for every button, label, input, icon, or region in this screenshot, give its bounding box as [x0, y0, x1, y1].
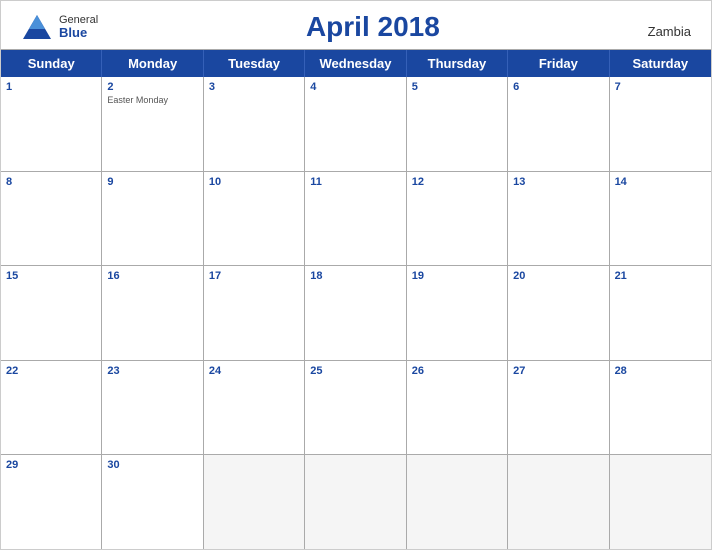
day-cell-2-6: 13 [508, 172, 609, 266]
day-cell-3-7: 21 [610, 266, 711, 360]
day-cell-5-7 [610, 455, 711, 549]
calendar: General Blue April 2018 Zambia Sunday Mo… [0, 0, 712, 550]
week-row-2: 89 10 11 12 13 14 [1, 172, 711, 267]
day-number-23: 23 [107, 364, 197, 378]
week-row-1: 12Easter Monday34567 [1, 77, 711, 172]
day-number-25: 25 [310, 364, 400, 378]
day-number-26: 26 [412, 364, 502, 378]
day-number-7: 7 [615, 80, 706, 94]
day-number-15: 15 [6, 269, 96, 283]
day-number-8: 8 [6, 175, 96, 189]
day-cell-1-3: 3 [204, 77, 305, 171]
day-number-30: 30 [107, 458, 197, 472]
day-cell-1-6: 6 [508, 77, 609, 171]
weeks-container: 12Easter Monday3456789101112131415161718… [1, 77, 711, 549]
day-cell-2-4: 11 [305, 172, 406, 266]
day-cell-4-1: 22 [1, 361, 102, 455]
logo-blue-label: Blue [59, 26, 98, 40]
day-cell-2-7: 14 [610, 172, 711, 266]
country-label: Zambia [648, 24, 691, 43]
day-cell-3-2: 16 [102, 266, 203, 360]
holiday-label-2: Easter Monday [107, 95, 197, 106]
day-number-22: 22 [6, 364, 96, 378]
day-number-21: 21 [615, 269, 706, 283]
header-tuesday: Tuesday [204, 50, 305, 77]
week-row-4: 22 23 24 25 26 27 28 [1, 361, 711, 456]
day-number-17: 17 [209, 269, 299, 283]
calendar-title: April 2018 [306, 11, 440, 43]
day-cell-1-4: 4 [305, 77, 406, 171]
day-cell-4-6: 27 [508, 361, 609, 455]
day-number-19: 19 [412, 269, 502, 283]
day-headers: Sunday Monday Tuesday Wednesday Thursday… [1, 50, 711, 77]
header-thursday: Thursday [407, 50, 508, 77]
day-cell-1-2: 2Easter Monday [102, 77, 203, 171]
day-number-5: 5 [412, 80, 502, 94]
day-cell-5-4 [305, 455, 406, 549]
day-cell-2-2: 9 [102, 172, 203, 266]
day-number-10: 10 [209, 175, 299, 189]
day-cell-3-6: 20 [508, 266, 609, 360]
header-monday: Monday [102, 50, 203, 77]
day-cell-2-3: 10 [204, 172, 305, 266]
day-cell-3-3: 17 [204, 266, 305, 360]
day-cell-4-7: 28 [610, 361, 711, 455]
day-cell-3-5: 19 [407, 266, 508, 360]
week-row-3: 15 16 17 18 19 20 21 [1, 266, 711, 361]
day-number-24: 24 [209, 364, 299, 378]
day-cell-1-5: 5 [407, 77, 508, 171]
day-number-2: 2 [107, 80, 197, 94]
day-cell-4-2: 23 [102, 361, 203, 455]
day-number-11: 11 [310, 175, 400, 189]
logo-area: General Blue [21, 11, 98, 43]
day-number-20: 20 [513, 269, 603, 283]
day-number-9: 9 [107, 175, 197, 189]
day-number-1: 1 [6, 80, 96, 94]
day-number-3: 3 [209, 80, 299, 94]
logo-text: General Blue [59, 14, 98, 40]
day-number-27: 27 [513, 364, 603, 378]
day-cell-3-1: 15 [1, 266, 102, 360]
day-number-13: 13 [513, 175, 603, 189]
calendar-grid: Sunday Monday Tuesday Wednesday Thursday… [1, 49, 711, 549]
week-row-5: 29 30 [1, 455, 711, 549]
logo-icon [21, 11, 53, 43]
day-number-12: 12 [412, 175, 502, 189]
day-cell-5-3 [204, 455, 305, 549]
day-cell-5-5 [407, 455, 508, 549]
header-saturday: Saturday [610, 50, 711, 77]
calendar-header: General Blue April 2018 Zambia [1, 1, 711, 49]
day-cell-5-2: 30 [102, 455, 203, 549]
day-number-28: 28 [615, 364, 706, 378]
day-cell-2-5: 12 [407, 172, 508, 266]
day-number-4: 4 [310, 80, 400, 94]
header-friday: Friday [508, 50, 609, 77]
day-cell-2-1: 8 [1, 172, 102, 266]
day-cell-5-1: 29 [1, 455, 102, 549]
header-wednesday: Wednesday [305, 50, 406, 77]
day-cell-1-7: 7 [610, 77, 711, 171]
header-sunday: Sunday [1, 50, 102, 77]
day-number-6: 6 [513, 80, 603, 94]
day-number-29: 29 [6, 458, 96, 472]
day-number-14: 14 [615, 175, 706, 189]
day-cell-5-6 [508, 455, 609, 549]
day-number-18: 18 [310, 269, 400, 283]
day-cell-1-1: 1 [1, 77, 102, 171]
day-cell-3-4: 18 [305, 266, 406, 360]
day-number-16: 16 [107, 269, 197, 283]
day-cell-4-4: 25 [305, 361, 406, 455]
day-cell-4-5: 26 [407, 361, 508, 455]
day-cell-4-3: 24 [204, 361, 305, 455]
